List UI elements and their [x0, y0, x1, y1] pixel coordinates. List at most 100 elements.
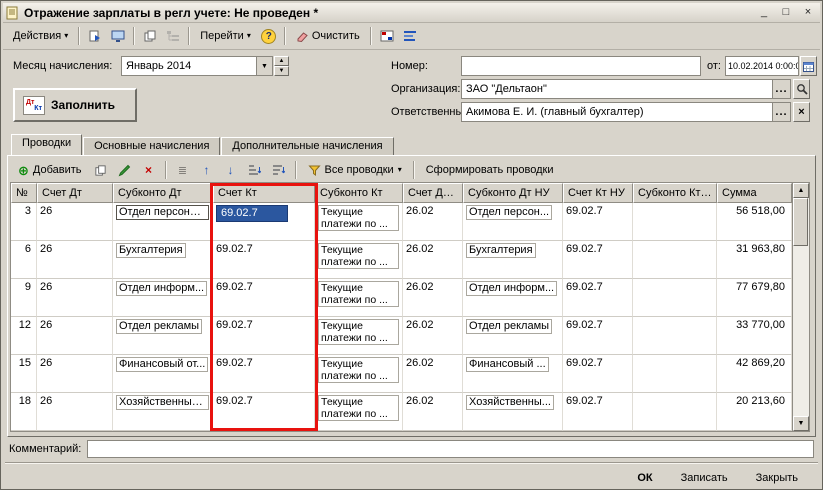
cell-subkonto-kt[interactable]: Текущие платежи по ... [315, 241, 403, 279]
cell-subkonto-dt[interactable]: Отдел персонала [113, 203, 213, 241]
maximize-button[interactable]: □ [777, 5, 795, 20]
responsible-select-button[interactable]: ... [772, 103, 790, 121]
step-up-button[interactable]: ▲ [274, 56, 289, 66]
tab-osnovnye-nachisleniya[interactable]: Основные начисления [83, 137, 220, 155]
scroll-down-button[interactable]: ▼ [793, 416, 809, 431]
column-header-subkonto-dt[interactable]: Субконто Дт [113, 183, 213, 203]
month-dropdown-button[interactable]: ▼ [256, 57, 272, 75]
cell-schet-kt[interactable]: 69.02.7 [213, 355, 315, 393]
cell-subkonto-dt[interactable]: Финансовый от... [113, 355, 213, 393]
responsible-clear-button[interactable]: × [793, 102, 810, 122]
comment-input[interactable] [87, 440, 814, 458]
column-header-subkonto-dt-nu[interactable]: Субконто Дт НУ [463, 183, 563, 203]
generate-postings-button[interactable]: Сформировать проводки [420, 160, 560, 181]
organization-open-button[interactable] [793, 79, 810, 99]
refresh-document-button[interactable] [84, 25, 106, 47]
cell-subkonto-kt-nu[interactable] [633, 203, 717, 241]
delete-row-button[interactable]: × [138, 159, 160, 181]
cell-schet-kt[interactable]: 69.02.7 [213, 393, 315, 431]
cell-subkonto-kt-nu[interactable] [633, 317, 717, 355]
responsible-field[interactable]: Акимова Е. И. (главный бухгалтер) ... [461, 102, 791, 122]
fill-button[interactable]: Дт Кт Заполнить [13, 88, 137, 122]
cell-subkonto-dt[interactable]: Хозяйственный... [113, 393, 213, 431]
clear-button[interactable]: Очистить [290, 25, 366, 47]
cell-schet-dt-nu[interactable]: 26.02 [403, 241, 463, 279]
ok-button[interactable]: ОК [625, 469, 664, 487]
go-menu-button[interactable]: Перейти ▾ [194, 25, 257, 47]
tab-provodki[interactable]: Проводки [11, 134, 82, 155]
column-header-summa[interactable]: Сумма [717, 183, 792, 203]
cell-schet-dt-nu[interactable]: 26.02 [403, 203, 463, 241]
cell-summa[interactable]: 20 213,60 [717, 393, 792, 431]
cell-schet-kt[interactable]: 69.02.7 [213, 317, 315, 355]
help-button[interactable]: ? [258, 25, 280, 47]
cell-summa[interactable]: 42 869,20 [717, 355, 792, 393]
cell-subkonto-dt-nu[interactable]: Отдел персон... [463, 203, 563, 241]
cell-num[interactable]: 18 [11, 393, 37, 431]
all-postings-filter-button[interactable]: Все проводки ▾ [302, 160, 408, 181]
cell-schet-kt-nu[interactable]: 69.02.7 [563, 203, 633, 241]
cell-num[interactable]: 6 [11, 241, 37, 279]
organization-field[interactable]: ЗАО "Дельтаон" ... [461, 79, 791, 99]
cell-schet-dt[interactable]: 26 [37, 317, 113, 355]
cell-schet-dt[interactable]: 26 [37, 279, 113, 317]
cell-subkonto-dt-nu[interactable]: Отдел информ... [463, 279, 563, 317]
cell-subkonto-kt-nu[interactable] [633, 355, 717, 393]
column-header-num[interactable]: № [11, 183, 37, 203]
table-row[interactable]: 326Отдел персонала 69.02.7 Текущие платежи… [11, 203, 792, 241]
cell-schet-kt-nu[interactable]: 69.02.7 [563, 241, 633, 279]
report-structure-button[interactable] [399, 25, 421, 47]
cell-num[interactable]: 9 [11, 279, 37, 317]
column-header-schet-dt-nu[interactable]: Счет Дт ... [403, 183, 463, 203]
structure-button[interactable] [162, 25, 184, 47]
minimize-button[interactable]: _ [755, 5, 773, 20]
column-header-schet-kt[interactable]: Счет Кт [213, 183, 315, 203]
cell-schet-dt-nu[interactable]: 26.02 [403, 355, 463, 393]
preview-button[interactable] [107, 25, 129, 47]
cell-subkonto-dt[interactable]: Отдел информ... [113, 279, 213, 317]
scroll-up-button[interactable]: ▲ [793, 183, 809, 198]
cell-subkonto-kt-nu[interactable] [633, 241, 717, 279]
cell-schet-kt-nu[interactable]: 69.02.7 [563, 279, 633, 317]
cell-schet-kt-nu[interactable]: 69.02.7 [563, 317, 633, 355]
cell-num[interactable]: 3 [11, 203, 37, 241]
cell-subkonto-dt-nu[interactable]: Финансовый ... [463, 355, 563, 393]
add-row-button[interactable]: ⊕ Добавить [12, 160, 88, 181]
cell-summa[interactable]: 56 518,00 [717, 203, 792, 241]
cell-subkonto-dt-nu[interactable]: Отдел рекламы [463, 317, 563, 355]
cell-subkonto-dt[interactable]: Отдел рекламы [113, 317, 213, 355]
cell-schet-dt[interactable]: 26 [37, 393, 113, 431]
cell-summa[interactable]: 33 770,00 [717, 317, 792, 355]
cell-subkonto-dt[interactable]: Бухгалтерия [113, 241, 213, 279]
cell-schet-kt[interactable]: 69.02.7 [213, 241, 315, 279]
cell-schet-dt-nu[interactable]: 26.02 [403, 317, 463, 355]
cell-summa[interactable]: 31 963,80 [717, 241, 792, 279]
cell-subkonto-kt-nu[interactable] [633, 393, 717, 431]
cell-schet-dt[interactable]: 26 [37, 355, 113, 393]
postings-view-button[interactable] [376, 25, 398, 47]
tab-dopolnitelnye-nachisleniya[interactable]: Дополнительные начисления [221, 137, 393, 155]
cell-schet-kt-nu[interactable]: 69.02.7 [563, 393, 633, 431]
cell-subkonto-kt[interactable]: Текущие платежи по ... [315, 203, 403, 241]
copy-row-button[interactable] [90, 159, 112, 181]
move-up-button[interactable]: ↑ [196, 159, 218, 181]
move-down-button[interactable]: ↓ [220, 159, 242, 181]
cell-subkonto-kt-nu[interactable] [633, 279, 717, 317]
levels-button[interactable]: ≣ [172, 159, 194, 181]
column-header-subkonto-kt[interactable]: Субконто Кт [315, 183, 403, 203]
calendar-button[interactable] [800, 56, 817, 76]
actions-menu-button[interactable]: Действия ▾ [7, 25, 74, 47]
scroll-thumb[interactable] [793, 198, 808, 246]
cell-summa[interactable]: 77 679,80 [717, 279, 792, 317]
cell-subkonto-dt-nu[interactable]: Хозяйственны... [463, 393, 563, 431]
cell-num[interactable]: 15 [11, 355, 37, 393]
save-button[interactable]: Записать [669, 469, 740, 487]
cell-num[interactable]: 12 [11, 317, 37, 355]
column-header-schet-kt-nu[interactable]: Счет Кт НУ [563, 183, 633, 203]
sort-desc-button[interactable] [268, 159, 290, 181]
cell-schet-dt[interactable]: 26 [37, 203, 113, 241]
step-down-button[interactable]: ▼ [274, 66, 289, 76]
table-row[interactable]: 626Бухгалтерия69.02.7Текущие платежи по … [11, 241, 792, 279]
date-field[interactable]: 10.02.2014 0:00:00 [725, 56, 799, 76]
column-header-schet-dt[interactable]: Счет Дт [37, 183, 113, 203]
